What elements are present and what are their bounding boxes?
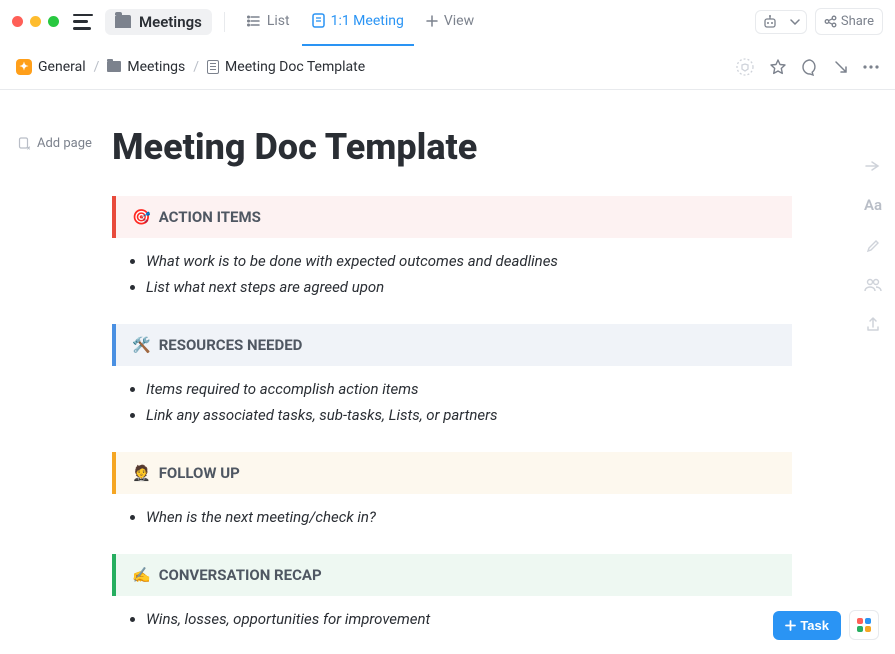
crumb-current[interactable]: Meeting Doc Template: [225, 59, 365, 75]
view-tabs: List 1:1 Meeting View: [237, 7, 484, 37]
workspace-icon: ✦: [16, 59, 32, 75]
section-emoji: ✍️: [132, 566, 151, 584]
add-page-icon: [18, 137, 31, 150]
robot-icon: [762, 15, 778, 29]
breadcrumb: ✦ General / Meetings / Meeting Doc Templ…: [16, 59, 365, 75]
bottom-actions: Task: [773, 610, 879, 640]
section-list: Wins, losses, opportunities for improvem…: [146, 606, 792, 632]
close-window[interactable]: [12, 16, 23, 27]
list-item[interactable]: When is the next meeting/check in?: [146, 504, 792, 530]
separator: /: [94, 59, 100, 75]
section-follow-up: 🤵 FOLLOW UP When is the next meeting/che…: [112, 452, 792, 530]
section-heading[interactable]: 🤵 FOLLOW UP: [112, 452, 792, 494]
task-label: Task: [800, 618, 829, 633]
section-list: What work is to be done with expected ou…: [146, 248, 792, 300]
plus-icon: [426, 15, 438, 27]
section-title: CONVERSATION RECAP: [159, 566, 322, 584]
list-item[interactable]: Link any associated tasks, sub-tasks, Li…: [146, 402, 792, 428]
page-actions: [735, 57, 879, 77]
section-emoji: 🛠️: [132, 336, 151, 354]
tab-label: 1:1 Meeting: [331, 13, 404, 29]
section-emoji: 🎯: [132, 208, 151, 226]
tab-list[interactable]: List: [237, 7, 300, 37]
list-item[interactable]: What work is to be done with expected ou…: [146, 248, 792, 274]
crumb-meetings[interactable]: Meetings: [127, 59, 185, 75]
crumb-general[interactable]: General: [38, 59, 86, 75]
section-list: Items required to accomplish action item…: [146, 376, 792, 428]
right-rail: Aa: [851, 90, 895, 654]
section-heading[interactable]: 🎯 ACTION ITEMS: [112, 196, 792, 238]
minimize-window[interactable]: [30, 16, 41, 27]
new-task-button[interactable]: Task: [773, 611, 841, 640]
section-resources: 🛠️ RESOURCES NEEDED Items required to ac…: [112, 324, 792, 428]
people-icon[interactable]: [864, 278, 882, 292]
content: Add page Meeting Doc Template 🎯 ACTION I…: [0, 90, 851, 654]
export-icon[interactable]: [865, 316, 881, 332]
folder-icon: [115, 15, 131, 28]
apps-button[interactable]: [849, 610, 879, 640]
add-view-label: View: [444, 13, 474, 29]
apps-icon: [857, 618, 871, 632]
share-button[interactable]: Share: [815, 8, 883, 35]
plus-icon: [785, 620, 796, 631]
list-item[interactable]: List what next steps are agreed upon: [146, 274, 792, 300]
location-label: Meetings: [139, 13, 202, 31]
tab-meeting[interactable]: 1:1 Meeting: [302, 7, 414, 37]
section-recap: ✍️ CONVERSATION RECAP Wins, losses, oppo…: [112, 554, 792, 632]
section-action-items: 🎯 ACTION ITEMS What work is to be done w…: [112, 196, 792, 300]
add-page-button[interactable]: Add page: [18, 136, 92, 151]
menu-icon[interactable]: [73, 14, 93, 30]
favorite-button[interactable]: [769, 58, 787, 76]
breadcrumb-bar: ✦ General / Meetings / Meeting Doc Templ…: [0, 44, 895, 90]
add-page-label: Add page: [37, 136, 92, 151]
tab-label: List: [267, 13, 290, 29]
document: Meeting Doc Template 🎯 ACTION ITEMS What…: [112, 126, 792, 632]
chevron-down-icon: [790, 19, 800, 25]
ai-dropdown[interactable]: [784, 10, 807, 34]
section-emoji: 🤵: [132, 464, 151, 482]
section-list: When is the next meeting/check in?: [146, 504, 792, 530]
edit-icon[interactable]: [865, 238, 881, 254]
ai-button[interactable]: [755, 10, 785, 34]
folder-icon: [107, 61, 121, 72]
location-chip[interactable]: Meetings: [105, 9, 212, 35]
doc-icon: [207, 60, 219, 74]
section-title: ACTION ITEMS: [159, 208, 261, 226]
download-button[interactable]: [833, 59, 849, 75]
comment-button[interactable]: [801, 58, 819, 76]
section-title: FOLLOW UP: [159, 464, 240, 482]
window-controls: [12, 16, 59, 27]
doc-icon: [312, 13, 325, 28]
typography-icon[interactable]: Aa: [864, 196, 882, 214]
list-item[interactable]: Items required to accomplish action item…: [146, 376, 792, 402]
list-item[interactable]: Wins, losses, opportunities for improvem…: [146, 606, 792, 632]
separator: /: [193, 59, 199, 75]
collapse-icon[interactable]: [864, 160, 882, 172]
share-label: Share: [841, 14, 874, 29]
main-area: Add page Meeting Doc Template 🎯 ACTION I…: [0, 90, 895, 654]
share-icon: [824, 15, 837, 28]
page-title[interactable]: Meeting Doc Template: [112, 126, 792, 168]
tag-button[interactable]: [735, 57, 755, 77]
section-heading[interactable]: ✍️ CONVERSATION RECAP: [112, 554, 792, 596]
add-view-button[interactable]: View: [416, 7, 484, 37]
list-icon: [247, 14, 261, 28]
section-title: RESOURCES NEEDED: [159, 336, 303, 354]
more-button[interactable]: [863, 65, 879, 69]
topbar: Meetings List 1:1 Meeting View: [0, 0, 895, 44]
divider: [224, 12, 225, 32]
section-heading[interactable]: 🛠️ RESOURCES NEEDED: [112, 324, 792, 366]
ai-button-group: [755, 10, 807, 34]
maximize-window[interactable]: [48, 16, 59, 27]
